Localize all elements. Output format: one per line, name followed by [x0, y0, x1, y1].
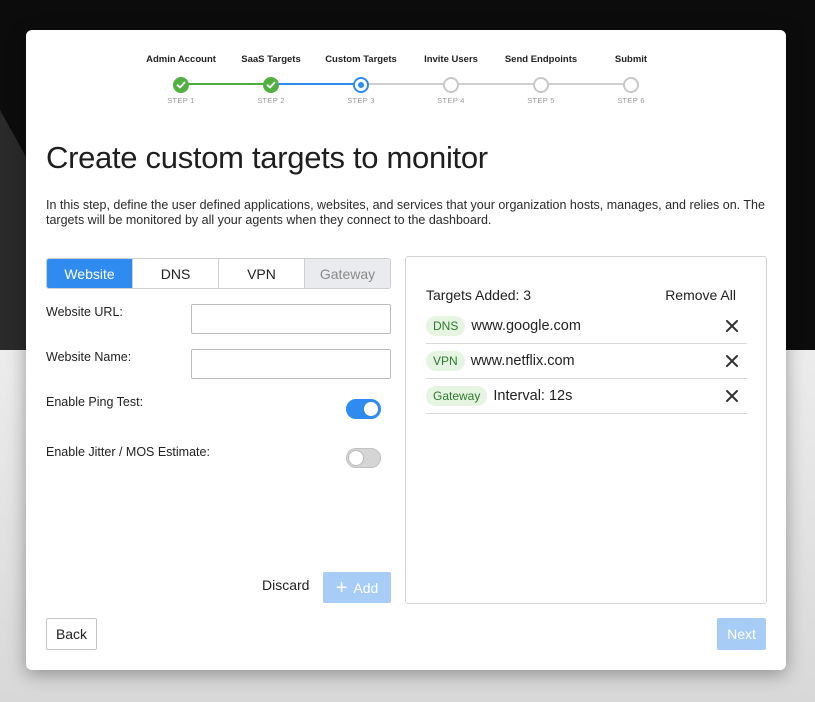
- step-title: Send Endpoints: [504, 54, 578, 65]
- add-button-label: Add: [353, 579, 379, 596]
- check-icon: [263, 77, 279, 93]
- target-type-badge: Gateway: [426, 386, 488, 406]
- website-url-label: Website URL:: [46, 305, 123, 319]
- close-icon[interactable]: [725, 389, 739, 403]
- step-number: STEP 3: [347, 96, 375, 105]
- website-name-input[interactable]: [191, 349, 391, 379]
- toggle-knob: [364, 402, 378, 416]
- jitter-mos-toggle[interactable]: [346, 448, 381, 468]
- ping-test-toggle[interactable]: [346, 399, 381, 419]
- targets-added-panel: Targets Added: 3 Remove All DNS www.goog…: [405, 256, 767, 604]
- step-title: Admin Account: [146, 54, 216, 65]
- target-value: Interval: 12s: [493, 388, 573, 404]
- list-item: VPN www.netflix.com: [426, 344, 747, 379]
- close-icon[interactable]: [725, 354, 739, 368]
- step-invite-users: Invite Users STEP 4: [406, 54, 496, 105]
- add-button[interactable]: + Add: [323, 572, 391, 603]
- step-send-endpoints: Send Endpoints STEP 5: [496, 54, 586, 105]
- list-item: Gateway Interval: 12s: [426, 379, 747, 414]
- step-title: SaaS Targets: [241, 54, 301, 65]
- back-button[interactable]: Back: [46, 618, 97, 650]
- target-value: www.google.com: [471, 318, 581, 334]
- jitter-mos-label: Enable Jitter / MOS Estimate:: [46, 445, 210, 459]
- step-number: STEP 5: [527, 96, 555, 105]
- tab-vpn[interactable]: VPN: [219, 259, 305, 288]
- ping-test-label: Enable Ping Test:: [46, 395, 144, 409]
- check-icon: [173, 77, 189, 93]
- step-submit: Submit STEP 6: [586, 54, 676, 105]
- current-step-icon: [353, 77, 369, 93]
- website-url-input[interactable]: [191, 304, 391, 334]
- page-title: Create custom targets to monitor: [46, 140, 488, 175]
- page-description: In this step, define the user defined ap…: [46, 198, 765, 227]
- step-title: Invite Users: [424, 54, 478, 65]
- step-admin-account: Admin Account STEP 1: [136, 54, 226, 105]
- step-title: Submit: [614, 54, 648, 65]
- toggle-knob: [349, 451, 363, 465]
- tab-website[interactable]: Website: [47, 259, 133, 288]
- pending-step-icon: [443, 77, 459, 93]
- target-type-tabs: Website DNS VPN Gateway: [46, 258, 391, 289]
- step-saas-targets: SaaS Targets STEP 2: [226, 54, 316, 105]
- list-item: DNS www.google.com: [426, 309, 747, 344]
- pending-step-icon: [623, 77, 639, 93]
- target-type-badge: DNS: [426, 316, 466, 336]
- website-name-label: Website Name:: [46, 350, 132, 364]
- step-number: STEP 1: [167, 96, 195, 105]
- step-number: STEP 6: [617, 96, 645, 105]
- target-list: DNS www.google.com VPN www.netflix.com G…: [426, 309, 747, 414]
- remove-all-button[interactable]: Remove All: [665, 287, 736, 303]
- discard-button[interactable]: Discard: [262, 577, 309, 593]
- close-icon[interactable]: [725, 319, 739, 333]
- tab-gateway: Gateway: [305, 259, 390, 288]
- step-number: STEP 4: [437, 96, 465, 105]
- plus-icon: +: [335, 576, 348, 599]
- next-button[interactable]: Next: [717, 618, 766, 650]
- step-custom-targets: Custom Targets STEP 3: [316, 54, 406, 105]
- tab-dns[interactable]: DNS: [133, 259, 219, 288]
- target-value: www.netflix.com: [470, 353, 575, 369]
- setup-wizard-dialog: Admin Account STEP 1 SaaS Targets STEP 2…: [26, 30, 786, 670]
- target-type-badge: VPN: [426, 351, 465, 371]
- wizard-stepper: Admin Account STEP 1 SaaS Targets STEP 2…: [136, 54, 676, 114]
- pending-step-icon: [533, 77, 549, 93]
- step-number: STEP 2: [257, 96, 285, 105]
- targets-count: Targets Added: 3: [426, 287, 532, 303]
- step-title: Custom Targets: [325, 54, 397, 65]
